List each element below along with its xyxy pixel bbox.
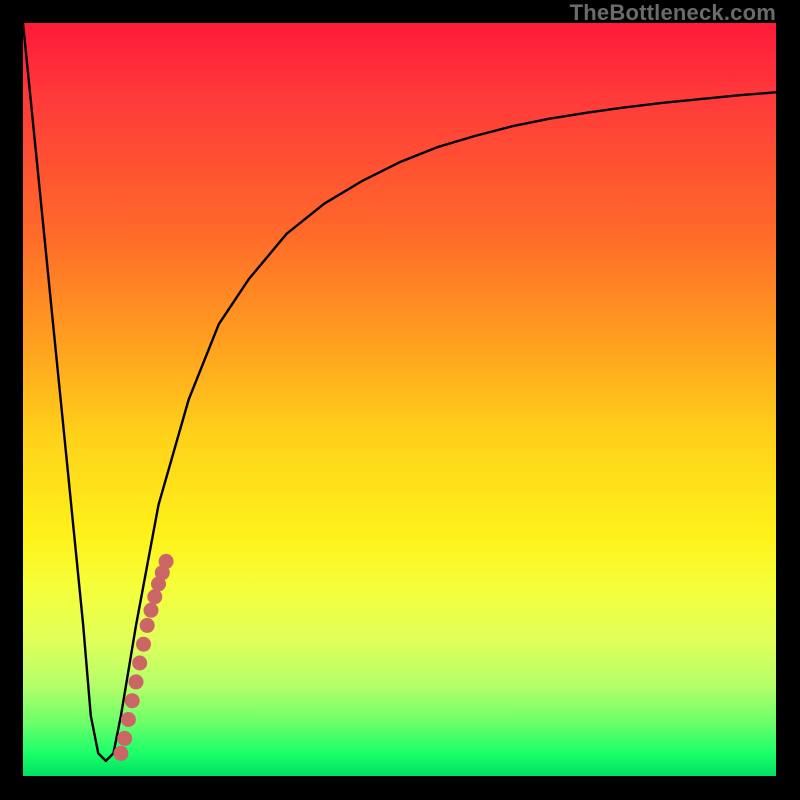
marker-dot — [147, 589, 162, 604]
watermark-label: TheBottleneck.com — [570, 0, 776, 26]
marker-dot — [117, 731, 132, 746]
marker-dot — [113, 746, 128, 761]
marker-dot — [121, 712, 136, 727]
marker-dot — [129, 674, 144, 689]
marker-dot — [132, 656, 147, 671]
marker-dot — [144, 603, 159, 618]
marker-dot — [136, 637, 151, 652]
chart-svg — [23, 23, 776, 776]
marker-dot — [159, 554, 174, 569]
curve-line — [23, 23, 776, 761]
marker-dot — [125, 693, 140, 708]
marker-dot — [140, 618, 155, 633]
